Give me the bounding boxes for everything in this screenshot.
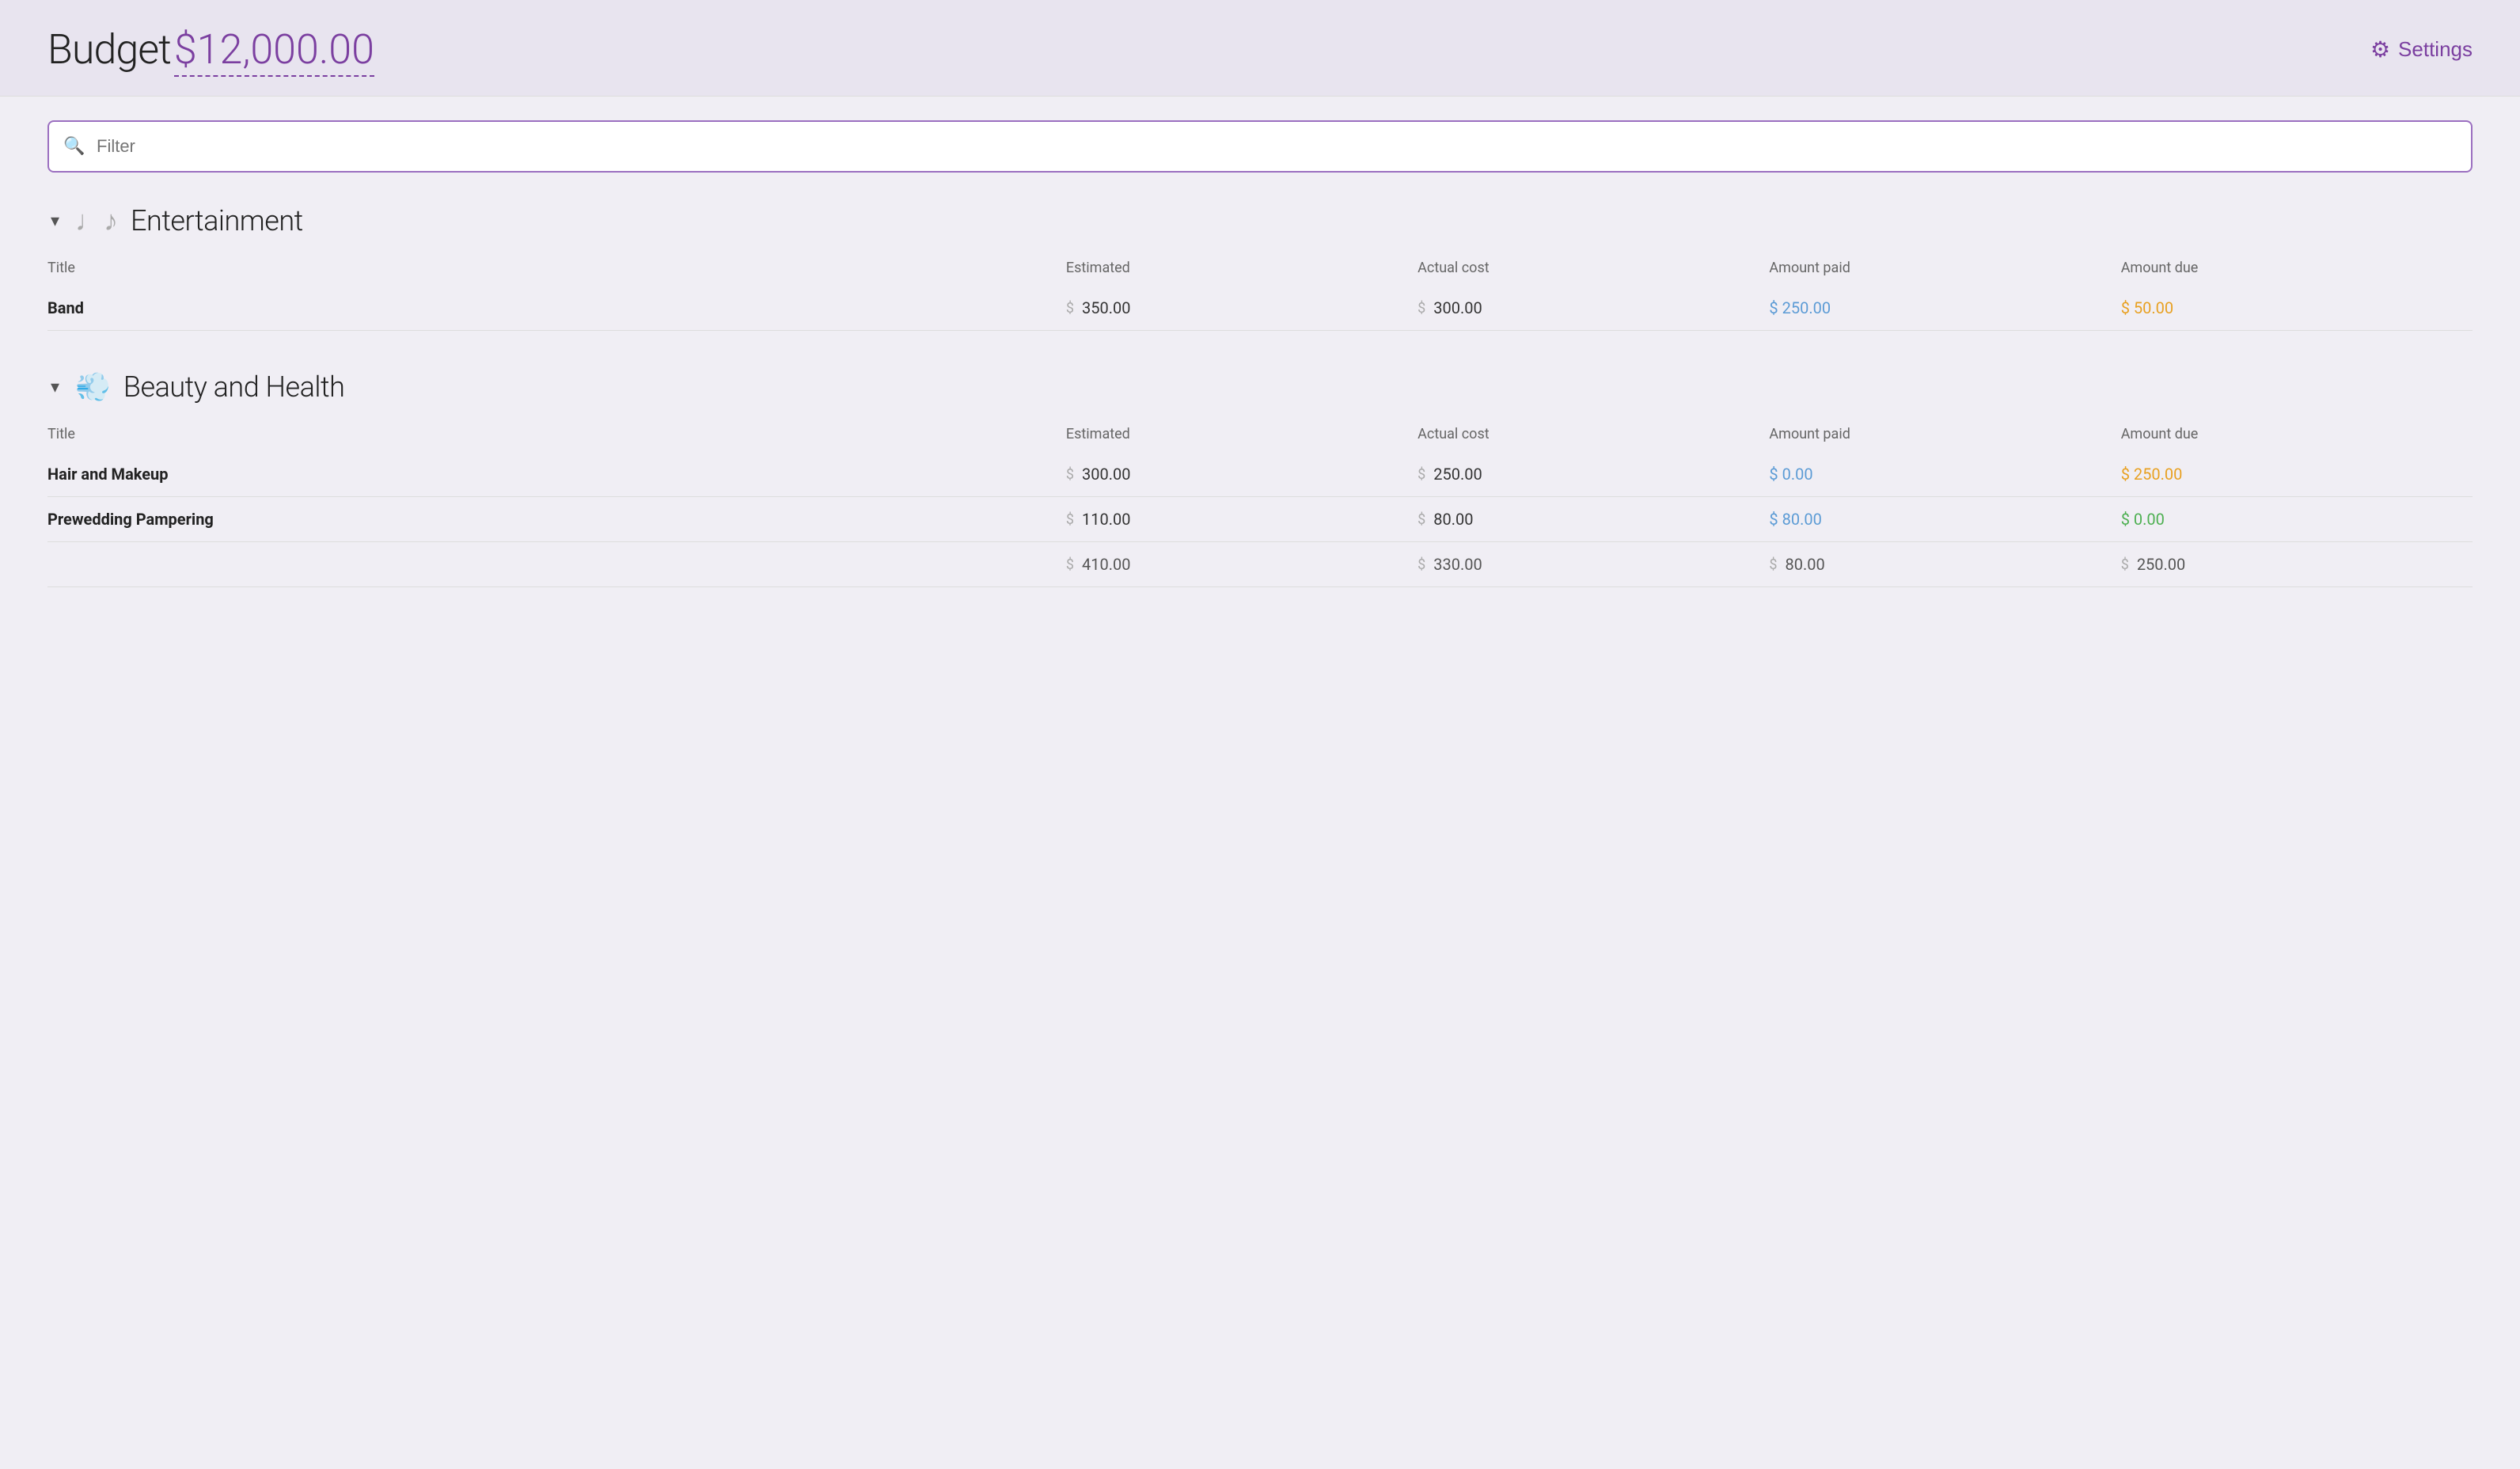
due-value: $ 0.00 xyxy=(2121,510,2165,529)
col-title-ent: Title xyxy=(47,253,1066,286)
totals-paid-value: 80.00 xyxy=(1786,555,1825,574)
entertainment-icon: ♩♪ xyxy=(75,204,118,237)
budget-label: Budget xyxy=(47,25,171,74)
due-value: $ 250.00 xyxy=(2121,465,2183,484)
currency-icon: $ xyxy=(1066,300,1074,317)
beauty-title: Beauty and Health xyxy=(123,370,344,404)
col-title-bh: Title xyxy=(47,419,1066,452)
category-beauty-health: ▾ 💨 Beauty and Health Title Estimated Ac… xyxy=(47,370,2473,587)
currency-icon: $ xyxy=(1418,511,1425,528)
beauty-icon: 💨 xyxy=(75,370,111,404)
estimated-value: 300.00 xyxy=(1082,465,1130,484)
search-icon: 🔍 xyxy=(63,137,85,157)
settings-label: Settings xyxy=(2398,37,2473,62)
col-due-ent: Amount due xyxy=(2121,253,2473,286)
currency-icon: $ xyxy=(1418,556,1425,573)
col-paid-ent: Amount paid xyxy=(1769,253,2120,286)
col-estimated-ent: Estimated xyxy=(1066,253,1418,286)
filter-input[interactable] xyxy=(47,120,2473,173)
row-estimated: $ 300.00 xyxy=(1066,452,1418,497)
budget-amount: $12,000.00 xyxy=(174,25,374,77)
col-actual-ent: Actual cost xyxy=(1418,253,1769,286)
row-paid: $ 0.00 xyxy=(1769,452,2120,497)
category-header-beauty: ▾ 💨 Beauty and Health xyxy=(47,370,2473,404)
entertainment-table: Title Estimated Actual cost Amount paid … xyxy=(47,253,2473,331)
row-estimated: $ 110.00 xyxy=(1066,497,1418,542)
paid-value: $ 250.00 xyxy=(1769,298,1831,317)
header: Budget $12,000.00 ⚙ Settings xyxy=(0,0,2520,97)
actual-value: 250.00 xyxy=(1433,465,1482,484)
row-estimated: $ 350.00 xyxy=(1066,286,1418,331)
table-row: Hair and Makeup $ 300.00 $ 250.00 xyxy=(47,452,2473,497)
row-actual: $ 300.00 xyxy=(1418,286,1769,331)
totals-estimated: $ 410.00 xyxy=(1066,542,1418,587)
col-due-bh: Amount due xyxy=(2121,419,2473,452)
col-paid-bh: Amount paid xyxy=(1769,419,2120,452)
settings-button[interactable]: ⚙ Settings xyxy=(2370,36,2473,63)
row-paid: $ 80.00 xyxy=(1769,497,2120,542)
estimated-value: 350.00 xyxy=(1082,298,1130,317)
currency-icon: $ xyxy=(1418,466,1425,483)
currency-icon: $ xyxy=(1066,556,1074,573)
beauty-table: Title Estimated Actual cost Amount paid … xyxy=(47,419,2473,587)
currency-icon: $ xyxy=(2121,556,2129,573)
row-actual: $ 250.00 xyxy=(1418,452,1769,497)
totals-actual: $ 330.00 xyxy=(1418,542,1769,587)
row-paid: $ 250.00 xyxy=(1769,286,2120,331)
entertainment-title: Entertainment xyxy=(131,204,303,237)
paid-value: $ 80.00 xyxy=(1769,510,1821,529)
table-row: Prewedding Pampering $ 110.00 $ 80.00 xyxy=(47,497,2473,542)
category-header-entertainment: ▾ ♩♪ Entertainment xyxy=(47,204,2473,237)
col-estimated-bh: Estimated xyxy=(1066,419,1418,452)
row-due: $ 50.00 xyxy=(2121,286,2473,331)
row-title: Prewedding Pampering xyxy=(47,497,1066,542)
row-due: $ 250.00 xyxy=(2121,452,2473,497)
filter-container: 🔍 xyxy=(47,120,2473,173)
category-entertainment: ▾ ♩♪ Entertainment Title Estimated Actua… xyxy=(47,204,2473,331)
col-actual-bh: Actual cost xyxy=(1418,419,1769,452)
estimated-value: 110.00 xyxy=(1082,510,1130,529)
row-due: $ 0.00 xyxy=(2121,497,2473,542)
totals-actual-value: 330.00 xyxy=(1433,555,1482,574)
due-value: $ 50.00 xyxy=(2121,298,2173,317)
collapse-entertainment-button[interactable]: ▾ xyxy=(47,207,63,234)
totals-paid: $ 80.00 xyxy=(1769,542,2120,587)
row-title: Band xyxy=(47,286,1066,331)
currency-icon: $ xyxy=(1066,466,1074,483)
actual-value: 300.00 xyxy=(1433,298,1482,317)
totals-due-value: 250.00 xyxy=(2137,555,2185,574)
row-actual: $ 80.00 xyxy=(1418,497,1769,542)
totals-estimated-value: 410.00 xyxy=(1082,555,1130,574)
paid-value: $ 0.00 xyxy=(1769,465,1812,484)
totals-due: $ 250.00 xyxy=(2121,542,2473,587)
currency-icon: $ xyxy=(1769,556,1777,573)
row-title: Hair and Makeup xyxy=(47,452,1066,497)
currency-icon: $ xyxy=(1418,300,1425,317)
totals-row: $ 410.00 $ 330.00 $ 80.00 xyxy=(47,542,2473,587)
collapse-beauty-button[interactable]: ▾ xyxy=(47,374,63,400)
table-row: Band $ 350.00 $ 300.00 $ xyxy=(47,286,2473,331)
gear-icon: ⚙ xyxy=(2370,36,2390,63)
main-content: 🔍 ▾ ♩♪ Entertainment Title Estimated Act… xyxy=(0,97,2520,651)
currency-icon: $ xyxy=(1066,511,1074,528)
budget-title: Budget $12,000.00 xyxy=(47,25,374,74)
totals-label xyxy=(47,542,1066,587)
actual-value: 80.00 xyxy=(1433,510,1473,529)
